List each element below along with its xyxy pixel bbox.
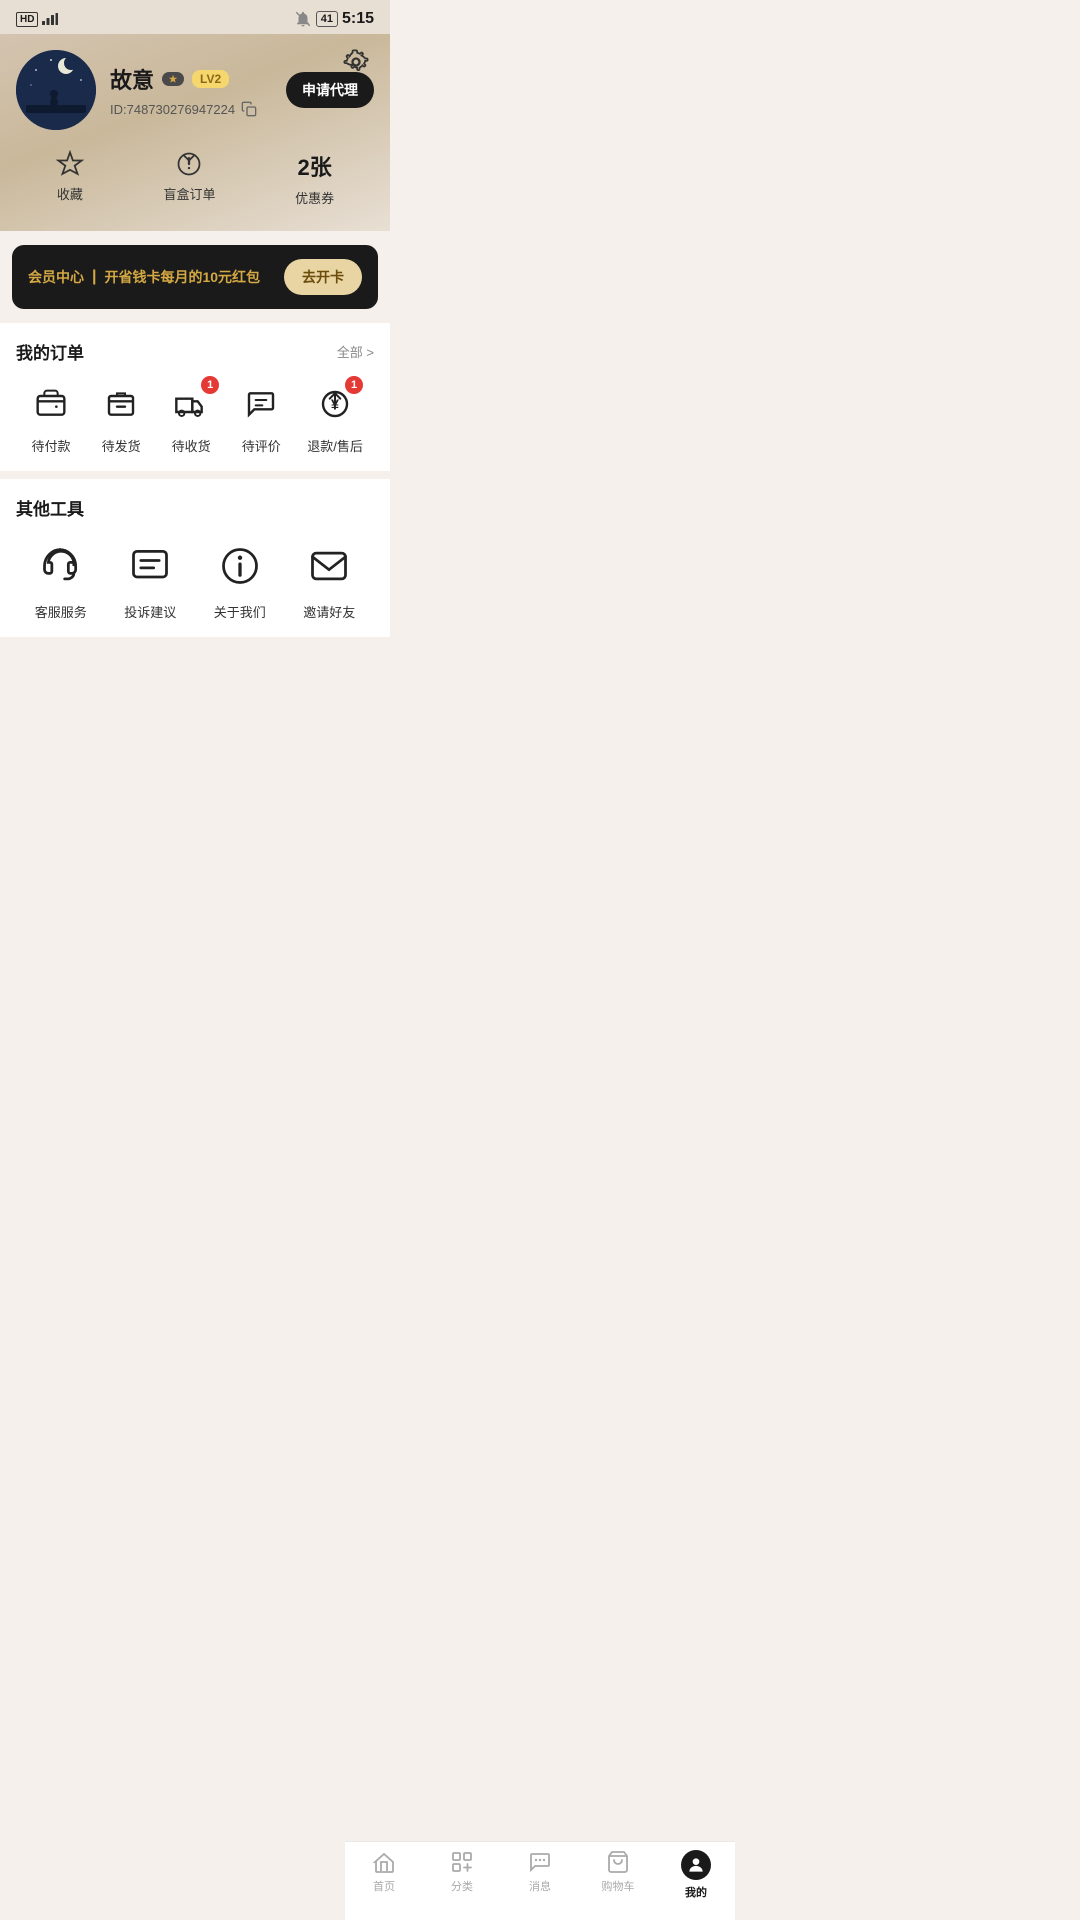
about-icon-wrap [214,540,266,592]
order-icons: 待付款 待发货 1 [16,380,374,455]
hd-label: HD [16,12,38,27]
headset-icon [39,544,83,588]
bottom-nav: 首页 分类 消息 购物车 [345,1841,735,1920]
about-label: 关于我们 [214,602,266,621]
refund-icon-wrap: 1 ¥ [311,380,359,428]
cart-icon [606,1850,630,1874]
coupon-label: 优惠券 [295,188,334,207]
stat-favorites[interactable]: 收藏 [56,150,84,207]
settings-button[interactable] [338,44,374,80]
order-refund[interactable]: 1 ¥ 退款/售后 [307,380,363,455]
mine-icon [686,1855,706,1875]
message-icon [528,1850,552,1874]
level-badge: LV2 [192,70,229,88]
orders-section: 我的订单 全部 > 待付款 [0,323,390,471]
mine-active-dot [681,1850,711,1880]
wallet-icon [35,388,67,420]
tool-customer-service[interactable]: 客服服务 [35,540,87,621]
box-icon [105,388,137,420]
tool-about[interactable]: 关于我们 [214,540,266,621]
settings-icon [342,48,370,76]
user-id: ID:748730276947224 [110,101,272,117]
pending-payment-icon-wrap [27,380,75,428]
feedback-label: 投诉建议 [124,602,176,621]
invite-label: 邀请好友 [303,602,355,621]
pending-payment-label: 待付款 [32,436,71,455]
home-icon [372,1850,396,1874]
feedback-icon-wrap [124,540,176,592]
order-pending-ship[interactable]: 待发货 [97,380,145,455]
pending-review-label: 待评价 [242,436,281,455]
member-banner[interactable]: 会员中心 | 开省钱卡每月的10元红包 去开卡 [12,245,378,309]
stat-coupons[interactable]: 2张 优惠券 [295,150,334,207]
open-card-button[interactable]: 去开卡 [284,259,362,295]
blindbox-icon [175,150,203,178]
pending-receive-label: 待收货 [172,436,211,455]
invite-icon [307,544,351,588]
pending-ship-icon-wrap [97,380,145,428]
refund-icon: ¥ [319,388,351,420]
username: 故意 [110,63,154,95]
orders-title: 我的订单 [16,339,84,364]
profile-info: 故意 LV2 ID:748730276947224 [110,63,272,117]
orders-header: 我的订单 全部 > [16,339,374,364]
order-pending-review[interactable]: 待评价 [237,380,285,455]
status-right: 41 5:15 [294,10,374,28]
headset-icon-wrap [35,540,87,592]
orders-more[interactable]: 全部 > [337,342,374,361]
signal-icon [42,13,58,25]
member-text: 会员中心 | 开省钱卡每月的10元红包 [28,267,260,287]
tools-header: 其他工具 [16,495,374,520]
profile-row: 故意 LV2 ID:748730276947224 申请代理 [16,50,374,130]
pending-ship-label: 待发货 [102,436,141,455]
copy-icon[interactable] [241,101,257,117]
blindbox-label: 盲盒订单 [163,184,215,203]
tools-grid: 客服服务 投诉建议 关于我们 [16,536,374,621]
tool-feedback[interactable]: 投诉建议 [124,540,176,621]
pending-receive-icon-wrap: 1 [167,380,215,428]
comment-icon [245,388,277,420]
nav-cart[interactable]: 购物车 [579,1850,657,1900]
coupon-count: 2张 [298,150,332,182]
customer-service-label: 客服服务 [35,602,87,621]
cart-nav-label: 购物车 [602,1878,635,1894]
avatar[interactable] [16,50,96,130]
pending-receive-badge: 1 [201,376,219,394]
tools-title: 其他工具 [16,495,84,520]
username-row: 故意 LV2 [110,63,272,95]
stats-row: 收藏 盲盒订单 2张 优惠券 [16,130,374,207]
order-pending-receive[interactable]: 1 待收货 [167,380,215,455]
order-pending-payment[interactable]: 待付款 [27,380,75,455]
refund-label: 退款/售后 [307,436,363,455]
nav-mine[interactable]: 我的 [657,1850,735,1900]
favorites-label: 收藏 [57,184,83,203]
battery-label: 41 [316,11,338,27]
member-desc: 开省钱卡每月的10元红包 [104,267,260,287]
category-nav-label: 分类 [451,1878,473,1894]
message-nav-label: 消息 [529,1878,551,1894]
refund-badge: 1 [345,376,363,394]
info-icon [218,544,262,588]
feedback-icon [128,544,172,588]
nav-message[interactable]: 消息 [501,1850,579,1900]
truck-icon [175,388,207,420]
invite-icon-wrap [303,540,355,592]
status-time: 5:15 [342,10,374,28]
stat-blindbox[interactable]: 盲盒订单 [163,150,215,207]
status-bar: HD 41 5:15 [0,0,390,34]
profile-area: 故意 LV2 ID:748730276947224 申请代理 收藏 [0,34,390,231]
tool-invite[interactable]: 邀请好友 [303,540,355,621]
category-icon [450,1850,474,1874]
vip-badge [162,72,184,86]
member-title: 会员中心 [28,267,84,287]
star-icon [56,150,84,178]
pending-review-icon-wrap [237,380,285,428]
bell-icon [294,10,312,28]
status-left: HD [16,12,58,27]
mine-nav-label: 我的 [685,1884,707,1900]
tools-section: 其他工具 客服服务 投诉建议 [0,479,390,637]
nav-home[interactable]: 首页 [345,1850,423,1900]
nav-category[interactable]: 分类 [423,1850,501,1900]
home-nav-label: 首页 [373,1878,395,1894]
